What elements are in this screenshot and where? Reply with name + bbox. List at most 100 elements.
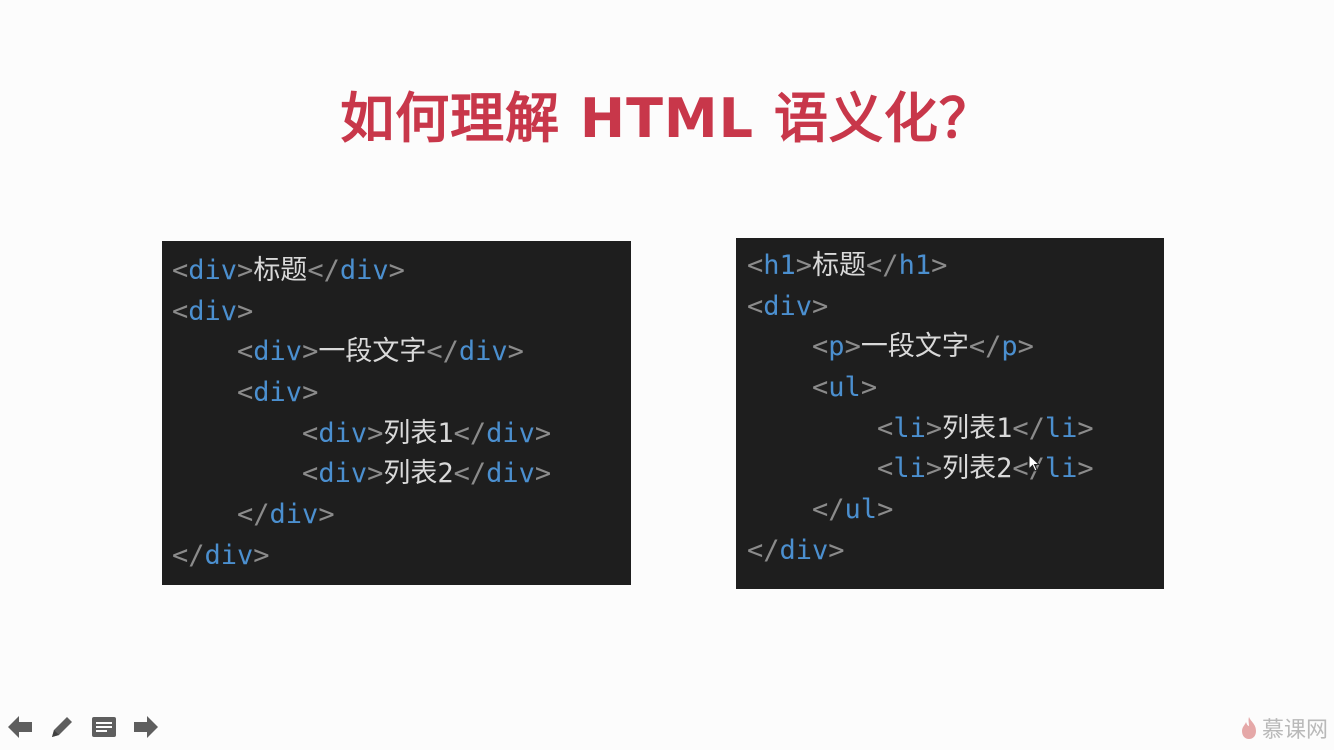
- code-tag-name: div: [779, 534, 829, 566]
- code-line: <div>一段文字</div>: [172, 332, 631, 373]
- code-punctuation: >: [253, 539, 270, 571]
- code-text: 列表1: [383, 417, 454, 449]
- semantic-code-block: <h1>标题</h1> <div> <p>一段文字</p> <ul> <li>列表…: [736, 238, 1164, 589]
- code-tag-name: p: [1001, 331, 1018, 363]
- code-tag-name: div: [269, 499, 319, 531]
- code-tag-name: div: [318, 458, 368, 490]
- code-punctuation: <: [237, 377, 254, 409]
- code-punctuation: </: [747, 534, 780, 566]
- pen-tool-button[interactable]: [48, 712, 76, 742]
- code-punctuation: >: [237, 255, 254, 286]
- code-tag-name: li: [1044, 453, 1078, 485]
- code-punctuation: <: [172, 255, 189, 286]
- code-punctuation: </: [307, 255, 340, 286]
- code-punctuation: <: [302, 458, 319, 490]
- code-text: 一段文字: [860, 331, 969, 363]
- code-line: <div>: [747, 287, 1164, 328]
- code-tag-name: p: [828, 331, 845, 363]
- code-tag-name: ul: [828, 372, 861, 404]
- code-text: 列表1: [942, 412, 1013, 444]
- flame-icon: [1241, 717, 1256, 739]
- code-tag-name: div: [204, 539, 254, 571]
- code-line: <ul>: [747, 368, 1164, 409]
- code-punctuation: >: [925, 453, 943, 485]
- code-tag-name: h1: [898, 250, 932, 281]
- code-punctuation: >: [812, 290, 829, 322]
- pencil-icon: [52, 717, 72, 737]
- code-punctuation: <: [747, 250, 764, 281]
- code-tag-name: div: [458, 336, 508, 368]
- code-punctuation: >: [1077, 453, 1094, 485]
- code-tag-name: div: [318, 417, 368, 449]
- code-line: </div>: [172, 495, 631, 536]
- next-slide-button[interactable]: [132, 712, 160, 742]
- non-semantic-code-block: <div>标题</div> <div> <div>一段文字</div> <div>…: [162, 241, 631, 585]
- code-line: <div>列表1</div>: [172, 414, 631, 455]
- code-punctuation: </: [453, 417, 487, 449]
- code-text: 标题: [253, 255, 308, 286]
- code-punctuation: <: [302, 417, 319, 449]
- menu-icon: [92, 717, 116, 737]
- code-punctuation: >: [828, 534, 845, 566]
- code-punctuation: <: [172, 295, 189, 327]
- code-tag-name: div: [486, 458, 535, 490]
- code-tag-name: div: [253, 377, 303, 409]
- code-punctuation: <: [877, 453, 894, 485]
- code-punctuation: >: [367, 458, 384, 490]
- code-tag-name: ul: [844, 494, 878, 526]
- code-punctuation: </: [172, 539, 205, 571]
- code-punctuation: >: [925, 412, 943, 444]
- code-punctuation: >: [302, 336, 319, 368]
- code-punctuation: >: [931, 250, 948, 281]
- code-punctuation: >: [860, 372, 878, 404]
- code-punctuation: </: [1012, 412, 1045, 444]
- code-line: <div>标题</div>: [172, 251, 631, 292]
- code-punctuation: </: [426, 336, 459, 368]
- code-line: <div>列表2</div>: [172, 454, 631, 495]
- code-tag-name: div: [253, 336, 303, 368]
- code-text: 列表2: [942, 453, 1013, 485]
- slide-title: 如何理解 HTML 语义化？: [340, 87, 994, 150]
- code-punctuation: >: [1017, 331, 1034, 363]
- code-text: 标题: [812, 250, 867, 281]
- arrow-right-icon: [134, 716, 158, 738]
- code-punctuation: >: [877, 494, 894, 526]
- code-punctuation: </: [968, 331, 1002, 363]
- code-tag-name: li: [1044, 412, 1078, 444]
- code-text: 列表2: [383, 458, 454, 490]
- previous-slide-button[interactable]: [6, 712, 34, 742]
- presentation-toolbar: [6, 712, 160, 742]
- code-line: <li>列表2</li>: [747, 449, 1164, 490]
- code-line: <h1>标题</h1>: [747, 246, 1164, 287]
- code-punctuation: >: [237, 295, 254, 327]
- code-line: <li>列表1</li>: [747, 409, 1164, 450]
- code-punctuation: <: [812, 331, 829, 363]
- code-line: <div>: [172, 373, 631, 414]
- code-line: <p>一段文字</p>: [747, 327, 1164, 368]
- code-punctuation: <: [237, 336, 254, 368]
- code-punctuation: <: [747, 290, 764, 322]
- code-punctuation: >: [302, 377, 319, 409]
- code-tag-name: div: [188, 255, 238, 286]
- slide-menu-button[interactable]: [90, 712, 118, 742]
- code-punctuation: >: [534, 458, 552, 490]
- code-text: 一段文字: [318, 336, 427, 368]
- code-punctuation: >: [367, 417, 384, 449]
- code-tag-name: div: [188, 295, 238, 327]
- arrow-left-icon: [8, 716, 32, 738]
- code-line: </div>: [172, 536, 631, 577]
- code-tag-name: h1: [763, 250, 796, 281]
- code-tag-name: div: [486, 417, 535, 449]
- brand-name: 慕课网: [1261, 718, 1328, 743]
- brand-logo: 慕课网: [1240, 712, 1328, 744]
- code-line: </ul>: [747, 490, 1164, 531]
